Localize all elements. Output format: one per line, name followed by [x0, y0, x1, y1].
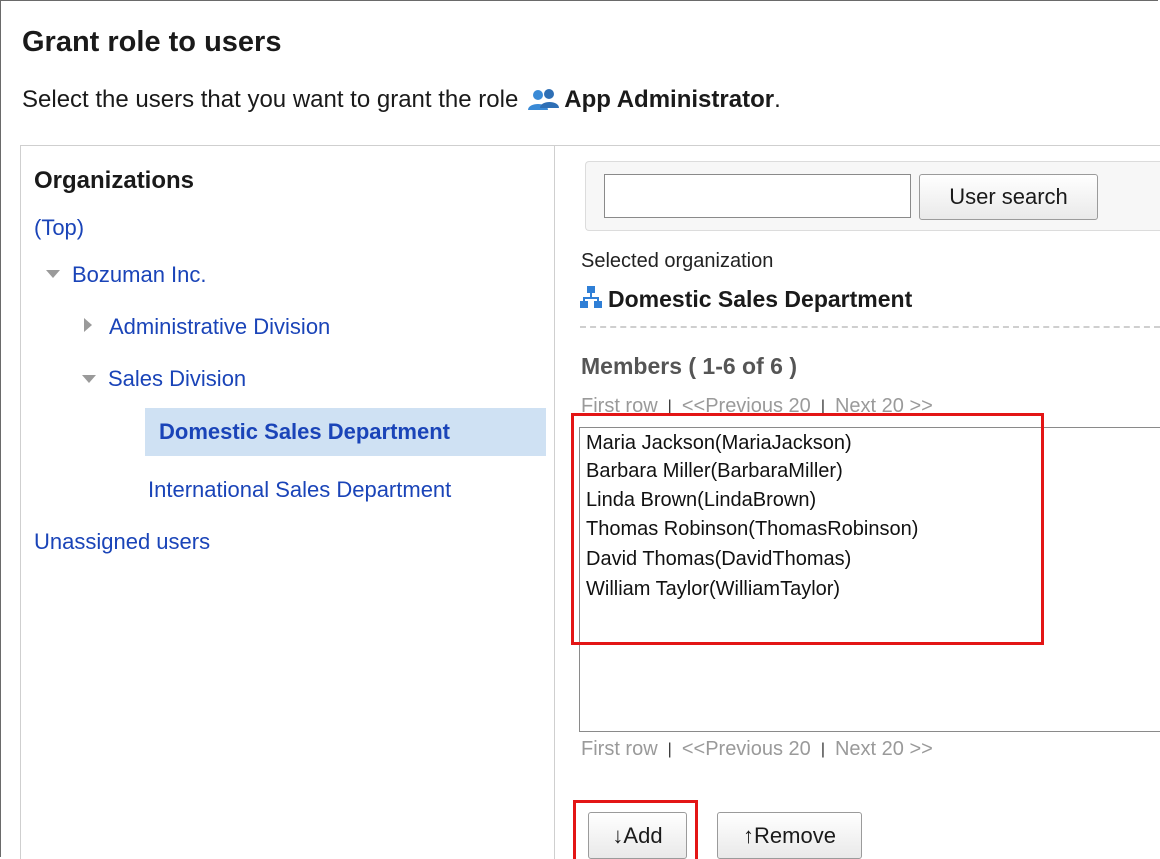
pager-previous: <<Previous 20 [681, 738, 811, 760]
org-tree-item-administrative[interactable]: Administrative Division [109, 314, 330, 340]
collapsed-triangle-icon[interactable] [84, 318, 92, 332]
role-name: App Administrator [564, 86, 775, 113]
pager-first-row: First row [581, 738, 658, 760]
expanded-triangle-icon[interactable] [46, 270, 60, 278]
divider [580, 326, 1160, 328]
org-top-link[interactable]: (Top) [34, 215, 84, 241]
users-icon [526, 88, 560, 112]
org-tree-icon [580, 285, 602, 314]
pager-separator: | [667, 740, 672, 758]
user-search-button[interactable]: User search [919, 174, 1098, 220]
pager-separator: | [820, 740, 825, 758]
subtitle-text: Select the users that you want to grant … [22, 86, 519, 113]
user-search-input[interactable] [604, 174, 911, 218]
page-title: Grant role to users [22, 26, 282, 58]
org-tree-item-international-sales[interactable]: International Sales Department [148, 477, 451, 503]
pager-next: Next 20 >> [834, 738, 933, 760]
organizations-heading: Organizations [34, 167, 195, 194]
subtitle-suffix: . [774, 86, 781, 113]
org-tree-item-bozuman[interactable]: Bozuman Inc. [72, 262, 207, 288]
unassigned-users-link[interactable]: Unassigned users [34, 529, 210, 555]
expanded-triangle-icon[interactable] [82, 375, 96, 383]
members-pager-bottom: First row | <<Previous 20 | Next 20 >> [581, 738, 933, 761]
selected-organization: Domestic Sales Department [580, 285, 912, 314]
members-title: Members ( 1-6 of 6 ) [581, 353, 797, 379]
org-tree-item-domestic-sales[interactable]: Domestic Sales Department [159, 419, 450, 445]
org-tree-item-sales[interactable]: Sales Division [108, 366, 246, 392]
members-highlight-box [571, 413, 1044, 645]
page-subtitle: Select the users that you want to grant … [22, 86, 781, 114]
add-highlight-box [573, 800, 698, 859]
remove-button[interactable]: ↑Remove [717, 812, 862, 859]
selected-organization-name: Domestic Sales Department [608, 286, 913, 312]
selected-organization-label: Selected organization [581, 250, 774, 272]
